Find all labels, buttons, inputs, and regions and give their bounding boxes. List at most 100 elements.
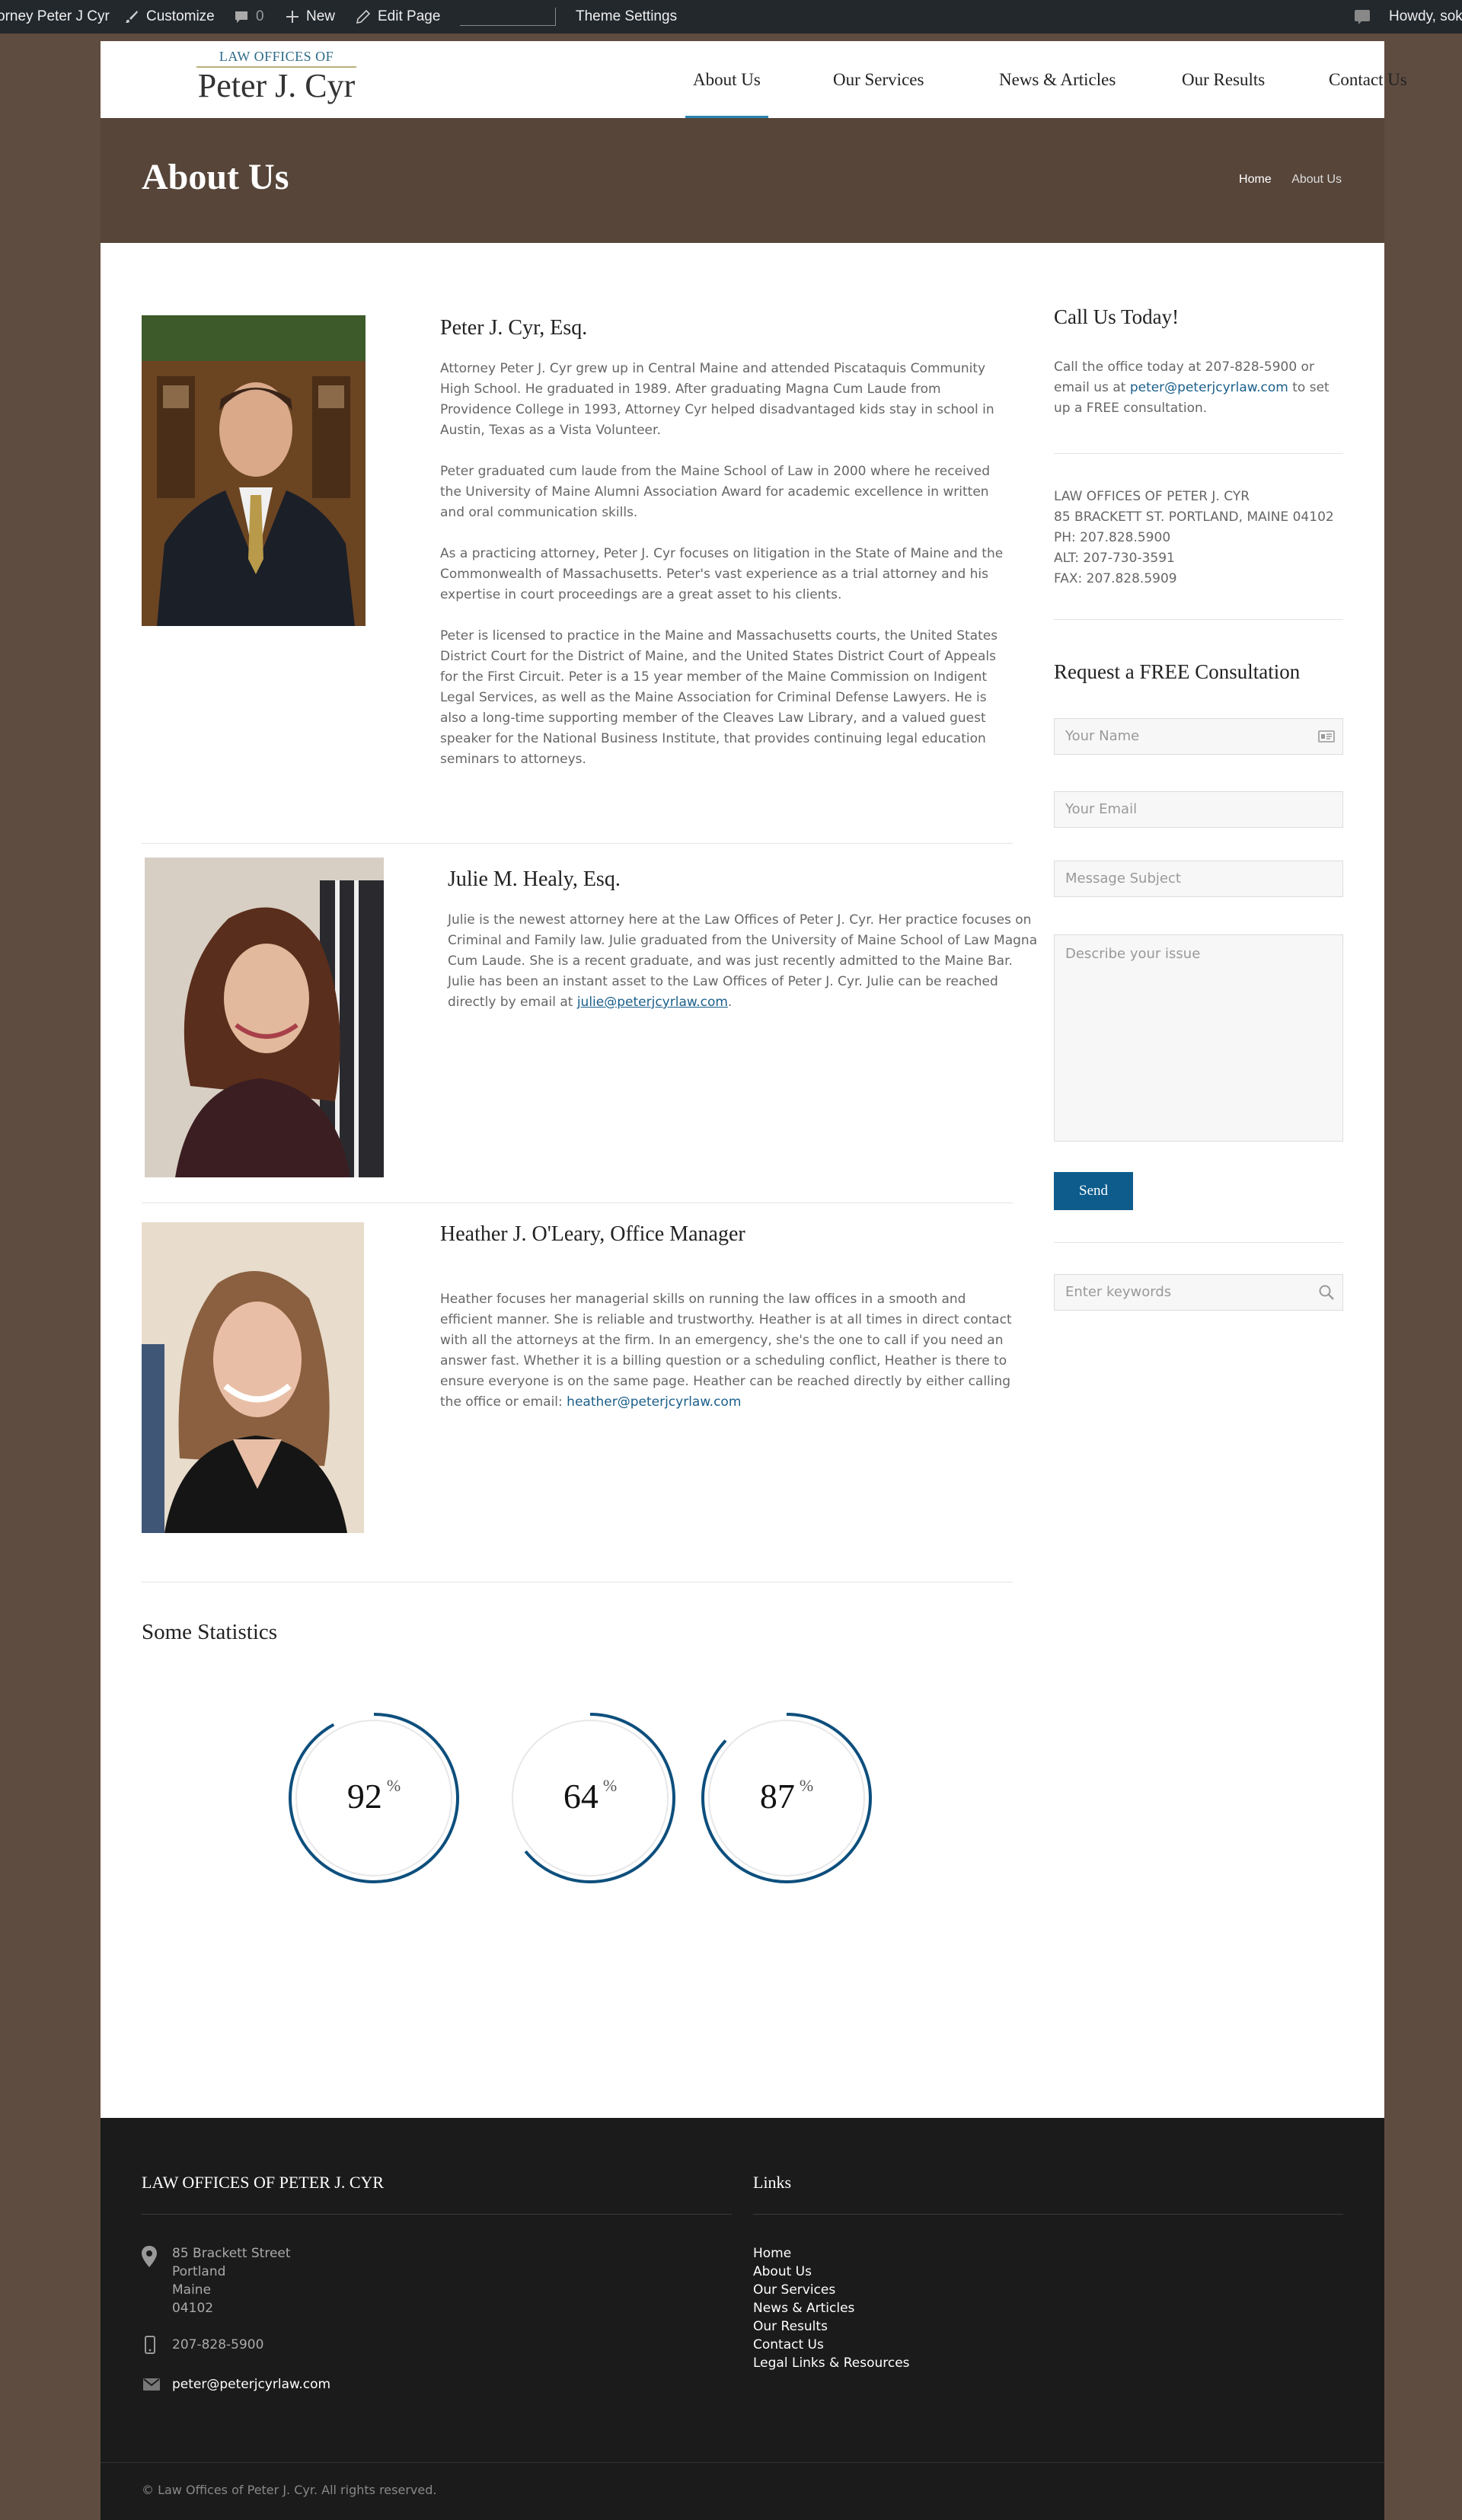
sidebar-divider <box>1054 1242 1343 1243</box>
footer-link-home[interactable]: Home <box>753 2246 791 2261</box>
subject-field[interactable]: Message Subject <box>1054 861 1343 897</box>
brush-icon <box>126 10 138 23</box>
section-divider <box>142 843 1013 844</box>
admin-new-label: New <box>306 8 336 24</box>
admin-customize-label: Customize <box>146 8 215 24</box>
page-title-bar: About Us Home About Us <box>101 118 1384 243</box>
call-us-title: Call Us Today! <box>1054 305 1179 328</box>
julie-bio-text-end: . <box>727 995 733 1010</box>
footer-link-about-us[interactable]: About Us <box>753 2264 812 2279</box>
section-divider <box>142 1582 1013 1583</box>
admin-notification[interactable] <box>1354 0 1371 34</box>
stat-circle: 64% <box>503 1710 678 1886</box>
nav-news-articles[interactable]: News & Articles <box>999 41 1116 118</box>
sidebar-divider <box>1054 453 1343 454</box>
peter-bio-paragraph: Peter graduated cum laude from the Maine… <box>440 464 991 520</box>
footer-phone: 207-828-5900 <box>172 2337 264 2352</box>
call-us-text: Call the office today at 207-828-5900 or… <box>1054 357 1346 419</box>
send-button[interactable]: Send <box>1054 1172 1133 1210</box>
search-icon[interactable] <box>1318 1284 1335 1301</box>
contact-card-icon <box>1318 730 1335 743</box>
message-textarea[interactable]: Describe your issue <box>1054 934 1343 1142</box>
admin-edit-page[interactable]: Edit Page <box>356 0 440 34</box>
office-address: LAW OFFICES OF PETER J. CYR 85 BRACKETT … <box>1054 487 1346 589</box>
peter-portrait-image <box>142 315 366 626</box>
nav-contact-us[interactable]: Contact Us <box>1329 41 1407 118</box>
julie-name: Julie M. Healy, Esq. <box>448 867 621 891</box>
footer-address-line: Maine <box>172 2282 212 2298</box>
footer-link-news-articles[interactable]: News & Articles <box>753 2301 854 2316</box>
breadcrumb-home[interactable]: Home <box>1239 173 1272 186</box>
site-footer: LAW OFFICES OF PETER J. CYR 85 Brackett … <box>101 2118 1384 2520</box>
stat-value-wrap: 87% <box>699 1776 874 1816</box>
peter-bio-paragraph: Peter is licensed to practice in the Mai… <box>440 628 998 767</box>
footer-address-line: 85 Brackett Street <box>172 2246 291 2261</box>
page-title: About Us <box>142 157 289 197</box>
stat-unit: % <box>386 1776 401 1795</box>
admin-theme-settings[interactable]: Theme Settings <box>576 0 677 34</box>
logo-line-1: LAW OFFICES OF <box>196 49 356 68</box>
copyright-text: © Law Offices of Peter J. Cyr. All right… <box>142 2483 437 2497</box>
footer-divider <box>753 2214 1343 2215</box>
julie-email-link[interactable]: julie@peterjcyrlaw.com <box>577 995 728 1010</box>
footer-office-title: LAW OFFICES OF PETER J. CYR <box>142 2173 385 2192</box>
peter-bio-paragraph: As a practicing attorney, Peter J. Cyr f… <box>440 546 1004 602</box>
footer-address: 85 Brackett Street Portland Maine 04102 <box>172 2244 291 2317</box>
footer-email-link[interactable]: peter@peterjcyrlaw.com <box>172 2375 330 2394</box>
pencil-icon <box>356 9 370 24</box>
stat-value-wrap: 64% <box>503 1776 678 1816</box>
name-field[interactable]: Your Name <box>1054 718 1343 755</box>
admin-comments-count: 0 <box>256 8 264 24</box>
heather-email-link[interactable]: heather@peterjcyrlaw.com <box>567 1394 741 1410</box>
search-input[interactable]: Enter keywords <box>1054 1274 1343 1311</box>
logo-line-2: Peter J. Cyr <box>197 67 356 104</box>
breadcrumb: Home About Us <box>1222 173 1342 187</box>
message-placeholder: Describe your issue <box>1065 946 1201 962</box>
stat-value-wrap: 92% <box>286 1776 461 1816</box>
footer-link-contact-us[interactable]: Contact Us <box>753 2337 824 2352</box>
admin-customize[interactable]: Customize <box>125 0 215 34</box>
copyright-bar: © Law Offices of Peter J. Cyr. All right… <box>101 2462 1384 2520</box>
stat-value: 64 <box>563 1777 599 1816</box>
footer-link-our-results[interactable]: Our Results <box>753 2319 828 2334</box>
statistics-title: Some Statistics <box>142 1620 278 1644</box>
nav-our-results[interactable]: Our Results <box>1182 41 1265 118</box>
breadcrumb-current: About Us <box>1291 173 1342 186</box>
sidebar-email-link[interactable]: peter@peterjcyrlaw.com <box>1130 380 1288 395</box>
nav-about-us[interactable]: About Us <box>685 41 768 118</box>
envelope-icon <box>143 2378 160 2391</box>
admin-site-name[interactable]: orney Peter J Cyr <box>0 0 110 34</box>
site-header: LAW OFFICES OF Peter J. Cyr About Us Our… <box>101 41 1407 118</box>
comment-icon <box>235 11 247 23</box>
main-content: Peter J. Cyr, Esq. Attorney Peter J. Cyr… <box>101 243 1384 2118</box>
admin-bar: orney Peter J Cyr Customize 0 New Edit P… <box>0 0 1462 34</box>
peter-photo <box>142 315 366 626</box>
footer-link-our-services[interactable]: Our Services <box>753 2282 835 2298</box>
admin-comments[interactable]: 0 <box>235 0 264 34</box>
address-line: PH: 207.828.5900 <box>1054 530 1171 545</box>
heather-bio-text: Heather focuses her managerial skills on… <box>440 1292 1012 1410</box>
site-logo[interactable]: LAW OFFICES OF Peter J. Cyr <box>196 49 356 104</box>
heather-bio: Heather focuses her managerial skills on… <box>440 1289 1013 1413</box>
plus-icon <box>286 10 298 23</box>
stat-value: 87 <box>759 1777 795 1816</box>
name-placeholder: Your Name <box>1065 728 1140 744</box>
julie-portrait-image <box>145 858 384 1177</box>
stat-unit: % <box>602 1776 618 1795</box>
admin-new[interactable]: New <box>286 0 335 34</box>
admin-blank-item[interactable] <box>460 8 556 26</box>
address-line: ALT: 207-730-3591 <box>1054 551 1175 566</box>
heather-photo <box>142 1222 364 1533</box>
admin-howdy[interactable]: Howdy, sok <box>1389 0 1462 34</box>
page-wrapper: LAW OFFICES OF Peter J. Cyr About Us Our… <box>101 41 1407 2520</box>
email-field[interactable]: Your Email <box>1054 791 1343 828</box>
stat-circle: 92% <box>286 1710 461 1886</box>
footer-address-line: Portland <box>172 2264 226 2279</box>
footer-links-title: Links <box>753 2173 792 2192</box>
nav-our-services[interactable]: Our Services <box>833 41 924 118</box>
subject-placeholder: Message Subject <box>1065 870 1181 886</box>
peter-bio-paragraph: Attorney Peter J. Cyr grew up in Central… <box>440 361 994 438</box>
heather-portrait-image <box>142 1222 364 1533</box>
footer-link-legal-links[interactable]: Legal Links & Resources <box>753 2356 910 2371</box>
julie-bio: Julie is the newest attorney here at the… <box>448 910 1042 1013</box>
